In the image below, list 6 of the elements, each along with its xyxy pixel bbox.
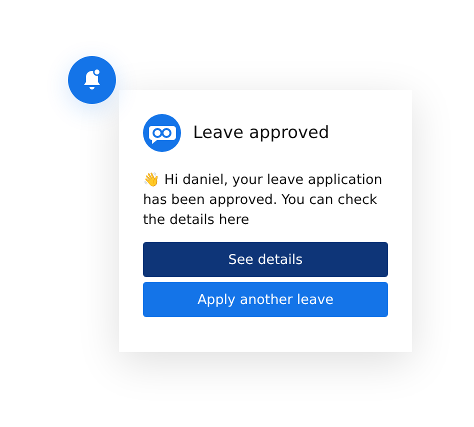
bell-icon[interactable] <box>68 56 116 104</box>
notification-message: 👋 Hi daniel, your leave application has been approved. You can check the details here <box>143 171 384 230</box>
chat-logo-icon <box>143 114 181 152</box>
see-details-button[interactable]: See details <box>143 242 388 277</box>
apply-leave-button[interactable]: Apply another leave <box>143 282 388 317</box>
notification-title: Leave approved <box>193 123 330 143</box>
